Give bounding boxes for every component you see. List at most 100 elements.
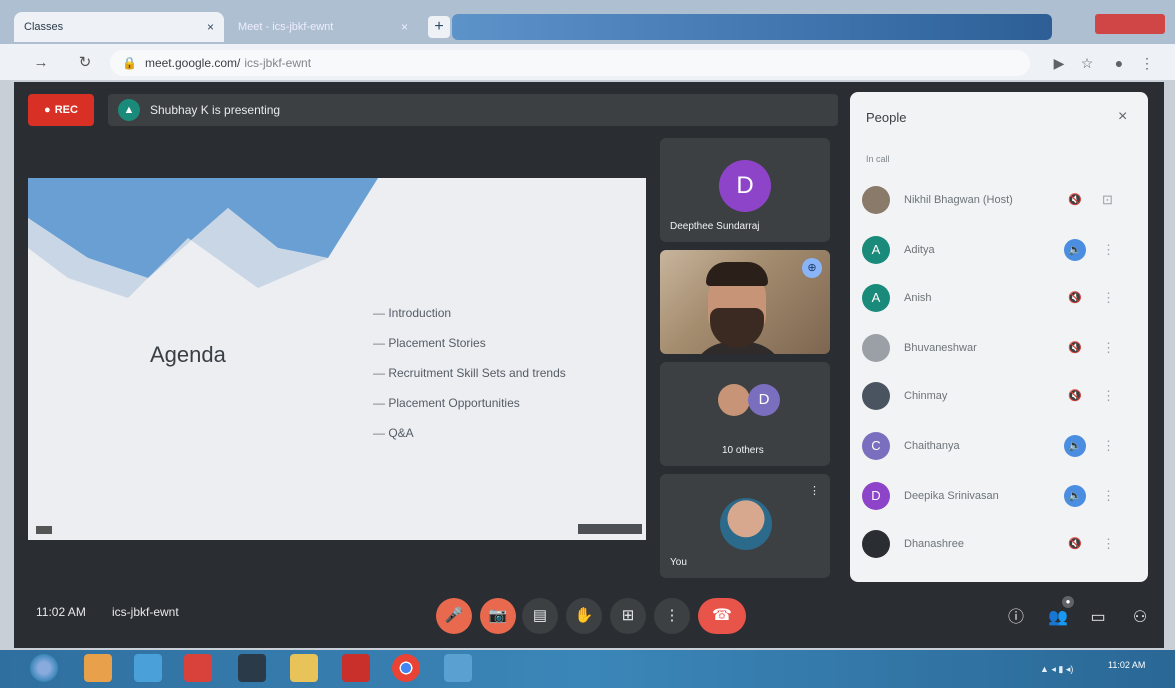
avatar: A <box>862 284 890 312</box>
participant-name: Chaithanya <box>904 440 960 452</box>
participant-name: Aditya <box>904 244 935 256</box>
participant-row[interactable]: A Anish 🔇 ⋮ <box>858 278 1140 318</box>
avatar: A <box>862 236 890 264</box>
folder-icon[interactable] <box>290 654 318 682</box>
mic-off-icon: 🔇 <box>1068 342 1082 354</box>
forward-icon[interactable]: → <box>30 52 52 74</box>
menu-icon[interactable]: ⋮ <box>1136 52 1158 74</box>
captions-button[interactable]: ▤ <box>522 598 558 634</box>
participant-name: Nikhil Bhagwan (Host) <box>904 194 1013 206</box>
more-icon[interactable]: ⋮ <box>1102 488 1115 504</box>
participant-row[interactable]: Nikhil Bhagwan (Host) 🔇 ⊡ <box>858 180 1140 220</box>
app-icon[interactable] <box>238 654 266 682</box>
app-icon[interactable] <box>84 654 112 682</box>
close-icon[interactable]: × <box>401 20 408 34</box>
new-tab-button[interactable]: + <box>428 16 450 38</box>
close-icon[interactable]: × <box>207 20 214 34</box>
mic-off-icon: 🔇 <box>1068 194 1082 206</box>
avatar <box>862 530 890 558</box>
mic-off-icon: 🔇 <box>1068 390 1082 402</box>
panel-subtitle: In call <box>866 154 890 164</box>
reload-icon[interactable]: ↻ <box>74 52 96 74</box>
pdf-icon[interactable] <box>342 654 370 682</box>
present-button[interactable]: ⊞ <box>610 598 646 634</box>
participant-name: Bhuvaneshwar <box>904 342 977 354</box>
agenda-item: Placement Opportunities <box>373 388 566 418</box>
profile-icon[interactable]: ● <box>1108 52 1130 74</box>
omnibox[interactable]: 🔒 meet.google.com/ ics-jbkf-ewnt <box>110 50 1030 76</box>
mic-off-icon: 🔇 <box>1068 292 1082 304</box>
mic-toggle-button[interactable]: 🎤 <box>436 598 472 634</box>
agenda-list: Introduction Placement Stories Recruitme… <box>373 298 566 448</box>
avatar: D <box>748 384 780 416</box>
slide-controls[interactable] <box>578 524 642 534</box>
participant-name: Anish <box>904 292 932 304</box>
rec-label: REC <box>54 104 78 116</box>
url-path: ics-jbkf-ewnt <box>244 56 312 70</box>
pin-icon[interactable]: ⊕ <box>802 258 822 278</box>
camera-toggle-button[interactable]: 📷 <box>480 598 516 634</box>
speaking-icon: 🔈 <box>1064 485 1086 507</box>
camera-icon[interactable]: ▶ <box>1048 52 1070 74</box>
avatar: D <box>862 482 890 510</box>
participant-tile[interactable]: D Deepthee Sundarraj <box>660 138 830 242</box>
menu-icon[interactable]: ⋮ <box>809 484 820 497</box>
url-host: meet.google.com/ <box>144 56 241 70</box>
presenting-text: Shubhay K is presenting <box>150 103 281 117</box>
window-close-button[interactable] <box>1095 14 1165 34</box>
participant-row[interactable]: C Chaithanya 🔈 ⋮ <box>858 426 1140 466</box>
info-icon[interactable]: ⓘ <box>1004 606 1028 630</box>
app-icon[interactable] <box>444 654 472 682</box>
avatar <box>862 382 890 410</box>
chat-icon[interactable]: ▭ <box>1086 606 1110 630</box>
pin-icon[interactable]: ⊡ <box>1102 192 1113 208</box>
speaking-icon: 🔈 <box>1064 435 1086 457</box>
avatar: D <box>719 160 771 212</box>
chrome-icon[interactable] <box>392 654 420 682</box>
participant-row[interactable]: A Aditya 🔈 ⋮ <box>858 230 1140 270</box>
end-call-button[interactable]: ☎ <box>698 598 746 634</box>
more-icon[interactable]: ⋮ <box>1102 536 1115 552</box>
close-icon[interactable]: × <box>1118 108 1127 126</box>
tab-classes[interactable]: Classes × <box>14 12 224 42</box>
participant-row[interactable]: Bhuvaneshwar 🔇 ⋮ <box>858 328 1140 368</box>
agenda-item: Introduction <box>373 298 566 328</box>
app-icon[interactable] <box>184 654 212 682</box>
avatar <box>862 186 890 214</box>
self-video <box>720 498 772 550</box>
app-icon[interactable] <box>134 654 162 682</box>
self-tile[interactable]: ⋮ You <box>660 474 830 578</box>
more-icon[interactable]: ⋮ <box>1102 242 1115 258</box>
star-icon[interactable]: ☆ <box>1076 52 1098 74</box>
tab-meet[interactable]: Meet - ics-jbkf-ewnt × <box>228 12 418 42</box>
participant-name: Dhanashree <box>904 538 964 550</box>
participant-row[interactable]: Dhanashree 🔇 ⋮ <box>858 524 1140 564</box>
participant-name: Chinmay <box>904 390 948 402</box>
participant-video-tile[interactable]: ⊕ <box>660 250 830 354</box>
people-icon[interactable]: 👥 <box>1046 606 1070 630</box>
presenting-bar: ▲ Shubhay K is presenting <box>108 94 838 126</box>
agenda-item: Placement Stories <box>373 328 566 358</box>
more-icon[interactable]: ⋮ <box>1102 290 1115 306</box>
clock: 11:02 AM <box>1108 660 1146 670</box>
tab-strip-background <box>452 14 1052 40</box>
raise-hand-button[interactable]: ✋ <box>566 598 602 634</box>
participant-name: Deepthee Sundarraj <box>670 221 760 232</box>
start-icon[interactable] <box>30 654 58 682</box>
participant-row[interactable]: Chinmay 🔇 ⋮ <box>858 376 1140 416</box>
others-tile[interactable]: D 10 others <box>660 362 830 466</box>
windows-taskbar <box>0 650 1175 688</box>
present-icon: ▲ <box>118 99 140 121</box>
speaking-icon: 🔈 <box>1064 239 1086 261</box>
more-options-button[interactable]: ⋮ <box>654 598 690 634</box>
activities-icon[interactable]: ⚇ <box>1128 606 1152 630</box>
more-icon[interactable]: ⋮ <box>1102 438 1115 454</box>
system-tray: ▲ ◂ ▮ ◂) <box>1040 664 1074 674</box>
more-icon[interactable]: ⋮ <box>1102 388 1115 404</box>
record-icon: ● <box>44 104 51 116</box>
more-icon[interactable]: ⋮ <box>1102 340 1115 356</box>
participant-row[interactable]: D Deepika Srinivasan 🔈 ⋮ <box>858 476 1140 516</box>
agenda-item: Q&A <box>373 418 566 448</box>
meeting-time: 11:02 AM <box>36 605 86 619</box>
mic-off-icon: 🔇 <box>1068 538 1082 550</box>
